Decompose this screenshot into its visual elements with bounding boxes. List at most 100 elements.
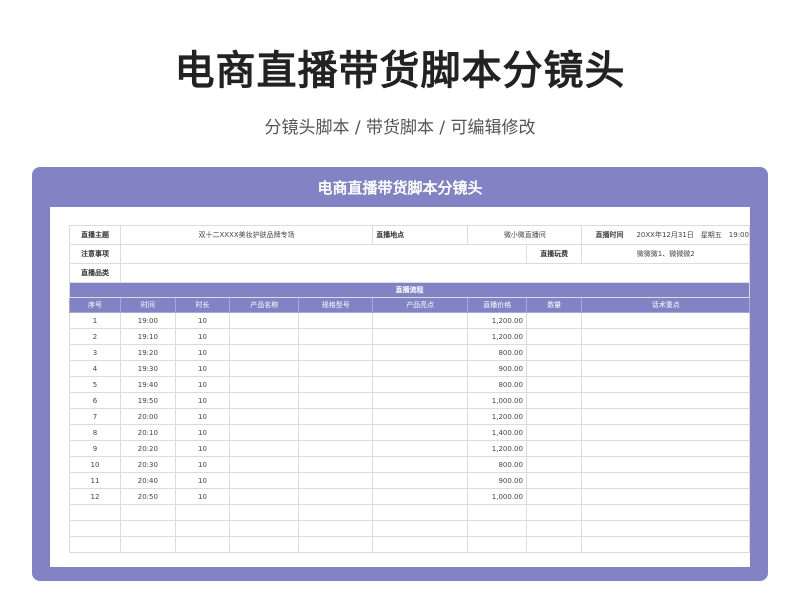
table-cell[interactable]: 1,200.00 [467,312,527,329]
time-value[interactable]: 20XX年12月31日 星期五 19:00 [636,231,748,239]
table-cell[interactable]: 7 [69,408,121,425]
table-cell[interactable] [229,328,300,345]
table-cell[interactable]: 10 [174,472,231,489]
table-cell[interactable] [298,536,374,553]
table-cell[interactable]: 800.00 [467,344,527,361]
table-cell[interactable]: 10 [174,328,231,345]
table-cell[interactable] [298,376,374,393]
table-cell[interactable] [525,536,583,553]
table-cell[interactable]: 10 [174,488,231,505]
table-cell[interactable] [229,472,300,489]
table-cell[interactable] [372,536,469,553]
table-cell[interactable] [298,328,374,345]
table-cell[interactable] [525,424,583,441]
table-cell[interactable] [229,488,300,505]
table-cell[interactable] [525,376,583,393]
table-cell[interactable] [298,424,374,441]
table-cell[interactable]: 20:00 [119,408,176,425]
table-cell[interactable]: 5 [69,376,121,393]
table-cell[interactable] [372,424,469,441]
table-cell[interactable] [525,408,583,425]
theme-value[interactable]: 双十二XXXX美妆护肤品牌专场 [119,225,374,245]
table-cell[interactable] [119,504,176,521]
table-cell[interactable] [581,328,750,345]
table-cell[interactable] [525,344,583,361]
table-cell[interactable]: 10 [174,360,231,377]
table-cell[interactable]: 1,400.00 [467,424,527,441]
table-cell[interactable]: 19:00 [119,312,176,329]
table-cell[interactable] [229,408,300,425]
table-cell[interactable]: 900.00 [467,472,527,489]
host-value[interactable]: 微微微1、微微微2 [581,244,750,264]
table-cell[interactable] [298,360,374,377]
table-cell[interactable] [525,328,583,345]
table-cell[interactable] [372,344,469,361]
notes-value[interactable] [119,244,527,264]
table-cell[interactable] [581,520,750,537]
table-cell[interactable]: 10 [174,312,231,329]
table-cell[interactable]: 10 [174,440,231,457]
table-cell[interactable] [229,312,300,329]
table-cell[interactable] [581,392,750,409]
table-cell[interactable] [372,328,469,345]
table-cell[interactable] [581,488,750,505]
table-cell[interactable]: 10 [174,392,231,409]
table-cell[interactable] [581,504,750,521]
table-cell[interactable] [69,536,121,553]
table-cell[interactable] [298,504,374,521]
table-cell[interactable] [525,504,583,521]
table-cell[interactable] [298,456,374,473]
table-cell[interactable] [525,488,583,505]
table-cell[interactable]: 3 [69,344,121,361]
table-cell[interactable] [372,392,469,409]
table-cell[interactable] [298,520,374,537]
table-cell[interactable] [298,440,374,457]
table-cell[interactable] [298,344,374,361]
table-cell[interactable] [69,520,121,537]
table-cell[interactable] [467,520,527,537]
table-cell[interactable] [298,392,374,409]
table-cell[interactable]: 11 [69,472,121,489]
table-cell[interactable]: 1,200.00 [467,328,527,345]
table-cell[interactable] [525,360,583,377]
table-cell[interactable] [581,376,750,393]
table-cell[interactable] [229,344,300,361]
table-cell[interactable] [525,392,583,409]
table-cell[interactable] [581,360,750,377]
table-cell[interactable] [372,312,469,329]
table-cell[interactable] [467,504,527,521]
table-cell[interactable] [229,360,300,377]
table-cell[interactable]: 800.00 [467,376,527,393]
table-cell[interactable]: 19:10 [119,328,176,345]
table-cell[interactable]: 9 [69,440,121,457]
table-cell[interactable] [174,520,231,537]
table-cell[interactable] [581,424,750,441]
table-cell[interactable] [581,536,750,553]
table-cell[interactable]: 10 [174,344,231,361]
table-cell[interactable] [525,520,583,537]
table-cell[interactable]: 10 [69,456,121,473]
table-cell[interactable] [372,408,469,425]
table-cell[interactable]: 1,000.00 [467,392,527,409]
table-cell[interactable]: 8 [69,424,121,441]
table-cell[interactable]: 19:30 [119,360,176,377]
table-cell[interactable]: 6 [69,392,121,409]
table-cell[interactable] [525,472,583,489]
table-cell[interactable] [372,360,469,377]
table-cell[interactable]: 12 [69,488,121,505]
table-cell[interactable] [298,472,374,489]
table-cell[interactable]: 1,200.00 [467,440,527,457]
table-cell[interactable]: 19:50 [119,392,176,409]
table-cell[interactable] [467,536,527,553]
table-cell[interactable] [372,456,469,473]
table-cell[interactable] [298,488,374,505]
table-cell[interactable]: 10 [174,408,231,425]
table-cell[interactable]: 4 [69,360,121,377]
table-cell[interactable] [229,440,300,457]
table-cell[interactable] [581,440,750,457]
table-cell[interactable]: 19:40 [119,376,176,393]
table-cell[interactable]: 20:50 [119,488,176,505]
table-cell[interactable]: 20:20 [119,440,176,457]
table-cell[interactable] [229,520,300,537]
table-cell[interactable] [372,472,469,489]
